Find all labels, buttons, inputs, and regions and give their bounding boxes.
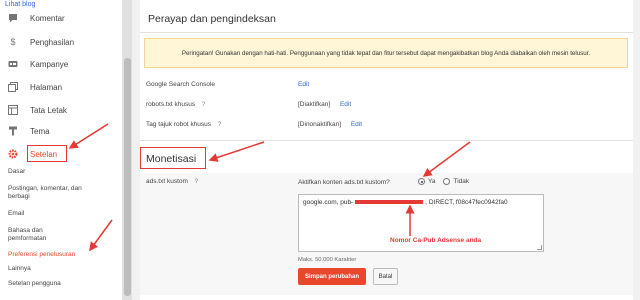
row-label-search-console: Google Search Console [146, 81, 216, 88]
brush-icon [8, 126, 18, 136]
comment-icon [8, 13, 18, 23]
edit-robot-tags-link[interactable]: Edit [351, 121, 362, 128]
robot-tags-label-text: Tag tajuk robot khusus [146, 121, 212, 128]
subnav-lainnya[interactable]: Lainnya [8, 265, 31, 273]
help-icon[interactable]: ? [202, 102, 205, 108]
sidebar-item-penghasilan[interactable]: $ Penghasilan [8, 33, 74, 51]
gear-icon [8, 149, 18, 159]
main-panel: Perayap dan pengindeksan Peringatan! Gun… [140, 0, 633, 300]
sidebar-item-halaman[interactable]: Halaman [8, 78, 62, 96]
sidebar-item-kampanye[interactable]: Kampanye [8, 55, 68, 73]
sidebar-item-komentar[interactable]: Komentar [8, 9, 65, 27]
subnav-setelan-pengguna[interactable]: Setelan pengguna [8, 280, 61, 288]
ads-txt-label: ads.txt kustom ? [146, 178, 198, 185]
subnav-bahasa[interactable]: Bahasa dan pemformatan [8, 227, 70, 243]
subnav-dasar[interactable]: Dasar [8, 168, 25, 176]
resize-handle-icon[interactable] [537, 245, 542, 250]
sidebar-item-tema[interactable]: Tema [8, 122, 50, 140]
ads-txt-label-text: ads.txt kustom [146, 178, 188, 185]
sidebar-item-label: Komentar [30, 13, 65, 23]
robot-tags-value-wrap: [Dinonaktifkan] Edit [298, 121, 362, 128]
enable-radio-group: Ya Tidak [418, 178, 477, 185]
edit-robots-link[interactable]: Edit [340, 101, 351, 108]
pages-icon [8, 82, 18, 92]
monetization-title: Monetisasi [146, 153, 197, 165]
warning-text: Peringatan! Gunakan dengan hati-hati. Pe… [181, 49, 591, 57]
cancel-button[interactable]: Batal [373, 268, 398, 285]
robots-status: [Diaktifkan] [298, 101, 331, 108]
annotation-text: Nomor Ca-Pub Adsense anda [390, 237, 482, 244]
ads-txt-text-before: google.com, pub- [303, 199, 354, 206]
save-button[interactable]: Simpan perubahan [298, 268, 366, 285]
layout-icon [8, 105, 18, 115]
radio-ya[interactable] [418, 178, 425, 185]
scrollbar-thumb[interactable] [124, 58, 131, 296]
sidebar-item-label: Tema [30, 126, 50, 136]
sidebar-item-label: Halaman [30, 82, 63, 92]
redaction-mark [355, 200, 424, 205]
subnav-preferensi-penelusuran[interactable]: Preferensi penelusuran [8, 251, 75, 259]
sidebar-item-label: Kampanye [30, 59, 69, 69]
radio-ya-label: Ya [428, 178, 436, 185]
robots-label-text: robots.txt khusus [146, 101, 196, 108]
enable-ads-txt-label: Aktifkan konten ads.txt kustom? [298, 179, 390, 186]
sidebar-item-label: Penghasilan [30, 37, 75, 47]
ad-icon [8, 59, 18, 69]
section-title: Perayap dan pengindeksan [148, 13, 276, 25]
edit-search-console-link[interactable]: Edit [298, 81, 309, 88]
divider [140, 32, 633, 33]
help-icon[interactable]: ? [195, 179, 198, 185]
row-label-robot-tags: Tag tajuk robot khusus ? [146, 121, 221, 128]
search-console-edit-wrap: Edit [290, 81, 309, 88]
ads-txt-text-after: , DIRECT, f08c47fec0942fa0 [425, 199, 508, 206]
view-blog-link[interactable]: Lihat blog [5, 1, 35, 8]
setelan-highlight-box [27, 145, 67, 162]
robot-tags-status: [Dinonaktifkan] [298, 121, 341, 128]
subnav-postingan[interactable]: Postingan, komentar, dan berbagi [8, 185, 98, 201]
robots-value-wrap: [Diaktifkan] Edit [298, 101, 351, 108]
sidebar-item-tata-letak[interactable]: Tata Letak [8, 101, 67, 119]
max-chars-hint: Maks. 50.000 Karakter [298, 257, 357, 263]
sidebar-item-label: Tata Letak [30, 105, 67, 115]
warning-banner: Peringatan! Gunakan dengan hati-hati. Pe… [144, 38, 628, 68]
subnav-email[interactable]: Email [8, 210, 24, 218]
radio-tidak-label: Tidak [453, 178, 470, 185]
row-label-robots: robots.txt khusus ? [146, 101, 205, 108]
sidebar: Lihat blog Komentar $ Penghasilan Kampan… [0, 0, 122, 300]
divider [140, 140, 633, 141]
radio-tidak[interactable] [443, 178, 451, 185]
help-icon[interactable]: ? [218, 122, 221, 128]
dollar-icon: $ [10, 37, 16, 47]
